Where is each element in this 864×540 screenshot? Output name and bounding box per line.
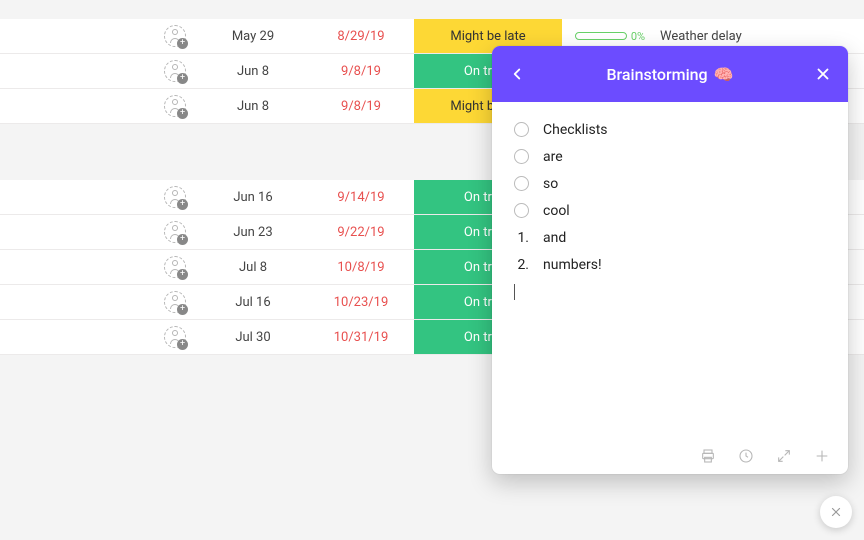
history-icon[interactable] [738,448,754,464]
start-date[interactable]: May 29 [198,29,308,44]
progress-cell[interactable]: 0% [562,30,650,43]
start-date[interactable]: Jun 16 [198,190,308,205]
start-date[interactable]: Jun 8 [198,99,308,114]
panel-back-button[interactable] [508,65,526,83]
due-date[interactable]: 10/31/19 [308,330,414,345]
add-assignee-icon[interactable]: + [164,186,186,208]
floating-close-button[interactable] [820,496,852,528]
panel-close-button[interactable] [814,65,832,83]
assignee-cell[interactable]: + [0,326,198,348]
number-marker: 1. [514,230,529,246]
checklist-item-label: are [543,149,563,165]
progress-percent: 0% [631,30,645,43]
add-assignee-icon[interactable]: + [164,326,186,348]
start-date[interactable]: Jul 8 [198,260,308,275]
brainstorming-panel: Brainstorming 🧠 Checklists are so cool 1. and… [492,46,848,474]
numbered-item[interactable]: 1. and [514,224,842,251]
assignee-cell[interactable]: + [0,186,198,208]
assignee-cell[interactable]: + [0,95,198,117]
add-assignee-icon[interactable]: + [164,25,186,47]
assignee-cell[interactable]: + [0,221,198,243]
start-date[interactable]: Jul 30 [198,330,308,345]
add-assignee-icon[interactable]: + [164,256,186,278]
panel-footer [492,438,848,474]
checklist-item-label: Checklists [543,122,608,138]
add-assignee-icon[interactable]: + [164,60,186,82]
due-date[interactable]: 9/22/19 [308,225,414,240]
start-date[interactable]: Jun 23 [198,225,308,240]
add-icon[interactable] [814,448,830,464]
numbered-item[interactable]: 2. numbers! [514,251,842,278]
checklist-item-label: so [543,176,558,192]
checkbox-icon[interactable] [514,122,529,137]
due-date[interactable]: 10/23/19 [308,295,414,310]
number-marker: 2. [514,257,529,273]
due-date[interactable]: 8/29/19 [308,29,414,44]
start-date[interactable]: Jul 16 [198,295,308,310]
checklist-item[interactable]: cool [514,197,842,224]
print-icon[interactable] [700,448,716,464]
due-date[interactable]: 9/8/19 [308,64,414,79]
panel-header: Brainstorming 🧠 [492,46,848,102]
checklist-item[interactable]: Checklists [514,116,842,143]
add-assignee-icon[interactable]: + [164,291,186,313]
due-date[interactable]: 9/8/19 [308,99,414,114]
checklist-item-label: cool [543,203,570,219]
panel-title-text: Brainstorming [606,65,707,84]
checklist-item[interactable]: are [514,143,842,170]
start-date[interactable]: Jun 8 [198,64,308,79]
checkbox-icon[interactable] [514,203,529,218]
checkbox-icon[interactable] [514,149,529,164]
assignee-cell[interactable]: + [0,291,198,313]
text-cursor-line[interactable] [514,278,842,305]
assignee-cell[interactable]: + [0,60,198,82]
due-date[interactable]: 10/8/19 [308,260,414,275]
checkbox-icon[interactable] [514,176,529,191]
numbered-item-label: and [543,230,566,246]
panel-body[interactable]: Checklists are so cool 1. and 2. numbers! [492,102,848,438]
panel-title: Brainstorming 🧠 [606,65,733,84]
due-date[interactable]: 9/14/19 [308,190,414,205]
progress-bar [575,32,627,40]
text-cursor [514,284,515,300]
add-assignee-icon[interactable]: + [164,221,186,243]
note-cell[interactable]: Weather delay [650,29,864,44]
checklist-item[interactable]: so [514,170,842,197]
numbered-item-label: numbers! [543,257,602,273]
brain-icon: 🧠 [714,65,734,84]
expand-icon[interactable] [776,448,792,464]
add-assignee-icon[interactable]: + [164,95,186,117]
assignee-cell[interactable]: + [0,25,198,47]
assignee-cell[interactable]: + [0,256,198,278]
